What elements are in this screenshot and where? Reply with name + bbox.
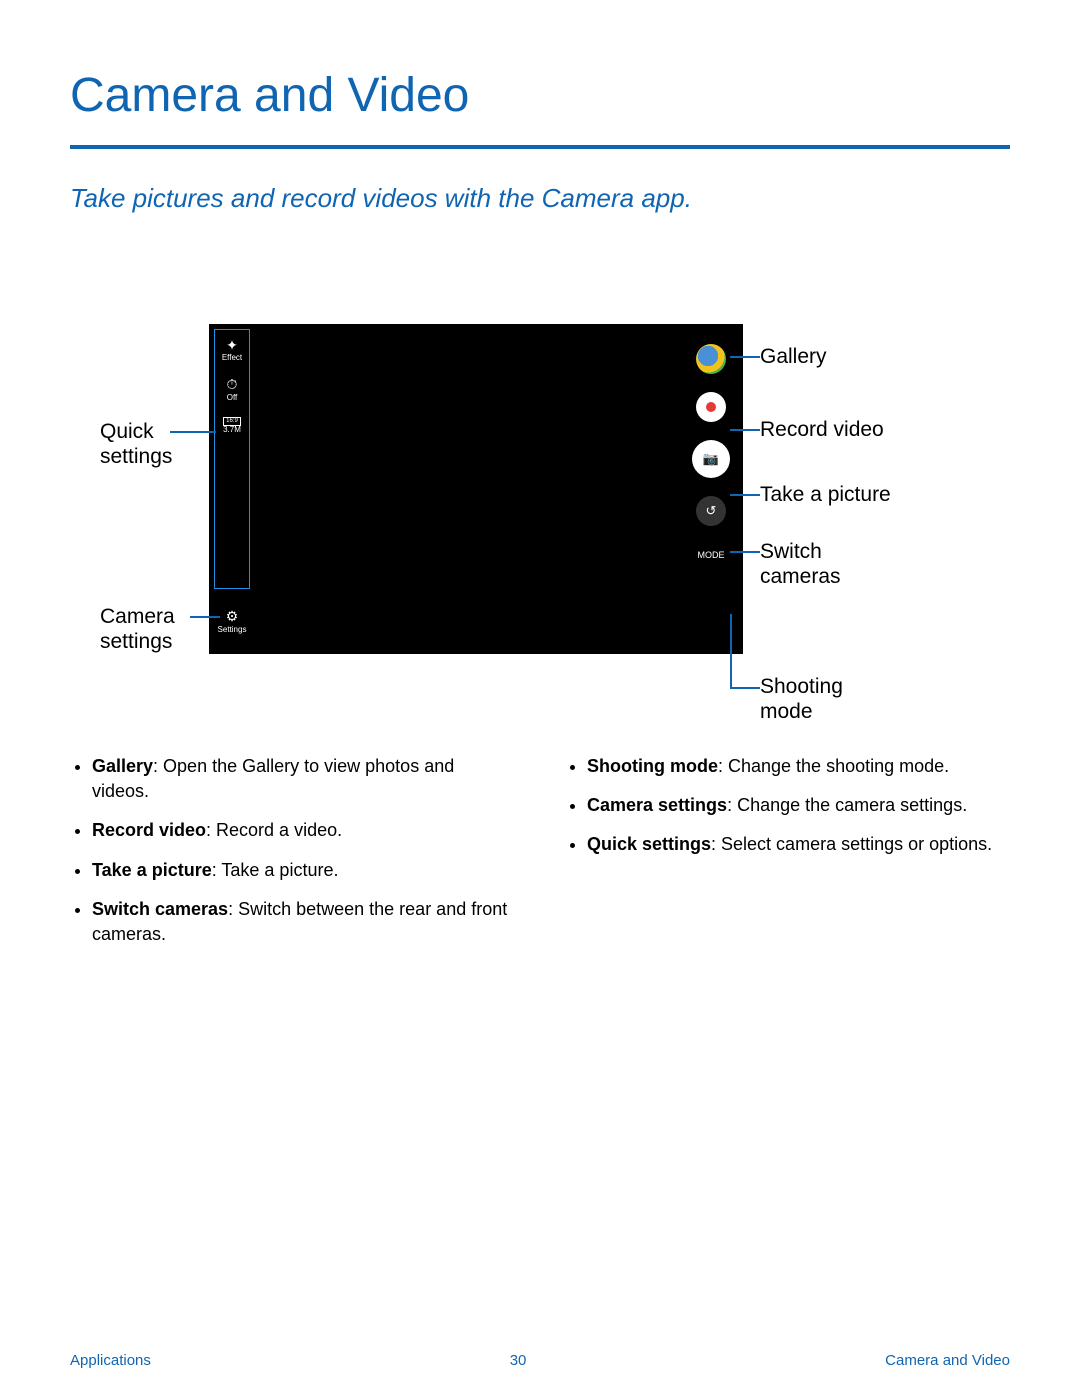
page-subtitle: Take pictures and record videos with the… [70,183,1010,214]
bullet-item: Quick settings: Select camera settings o… [587,832,1010,857]
switch-camera-icon: ↺ [706,503,717,519]
callout-camera-settings: Camera settings [100,604,210,654]
rule [730,429,760,431]
sparkle-icon: ✦ [222,338,242,353]
title-rule [70,145,1010,149]
rule [730,551,760,553]
callout-record-video: Record video [760,417,884,442]
rule [170,431,216,433]
bullet-term: Switch cameras [92,899,228,919]
camera-settings-button[interactable]: ⚙ Settings [217,608,247,634]
bullet-term: Quick settings [587,834,711,854]
quick-settings-panel: ✦ Effect ⏱ Off 16:9 3.7M [214,329,250,589]
callout-take-picture: Take a picture [760,482,891,507]
mode-button[interactable]: MODE [698,550,725,560]
camera-icon: 📷 [703,451,719,467]
camera-screenshot: ✦ Effect ⏱ Off 16:9 3.7M ⚙ Settings [209,324,743,654]
page-title: Camera and Video [70,68,1010,123]
rule [730,356,760,358]
callout-quick-settings: Quick settings [100,419,200,469]
bullet-item: Gallery: Open the Gallery to view photos… [92,754,515,804]
bullet-item: Record video: Record a video. [92,818,515,843]
settings-label: Settings [218,625,247,634]
shutter-button[interactable]: 📷 [692,440,730,478]
bullet-item: Shooting mode: Change the shooting mode. [587,754,1010,779]
bullet-desc: : Select camera settings or options. [711,834,992,854]
bullet-term: Gallery [92,756,153,776]
timer-label: Off [227,393,238,402]
callout-shooting-mode: Shooting mode [760,674,880,724]
bullet-term: Shooting mode [587,756,718,776]
bullet-item: Take a picture: Take a picture. [92,858,515,883]
timer-button[interactable]: ⏱ Off [227,377,238,402]
bullet-term: Record video [92,820,206,840]
rule [730,687,760,689]
bullet-term: Take a picture [92,860,212,880]
callout-switch-cameras: Switch cameras [760,539,880,589]
footer: Applications 30 Camera and Video [0,1352,1080,1369]
timer-icon: ⏱ [227,377,238,392]
right-column: Shooting mode: Change the shooting mode.… [565,754,1010,961]
description-columns: Gallery: Open the Gallery to view photos… [70,754,1010,961]
gallery-button[interactable] [696,344,726,374]
camera-right-controls: 📷 ↺ MODE [689,344,733,560]
bullet-item: Camera settings: Change the camera setti… [587,793,1010,818]
left-column: Gallery: Open the Gallery to view photos… [70,754,515,961]
footer-left: Applications [70,1352,151,1369]
bullet-desc: : Change the camera settings. [727,795,967,815]
record-button[interactable] [696,392,726,422]
rule [730,494,760,496]
bullet-item: Switch cameras: Switch between the rear … [92,897,515,947]
switch-camera-button[interactable]: ↺ [696,496,726,526]
callout-gallery: Gallery [760,344,827,369]
effect-button[interactable]: ✦ Effect [222,338,242,363]
bullet-desc: : Record a video. [206,820,342,840]
size-label: 3.7M [223,425,241,434]
page-number: 30 [510,1352,527,1369]
figure: ✦ Effect ⏱ Off 16:9 3.7M ⚙ Settings [70,324,1010,744]
effect-label: Effect [222,353,242,362]
aspect-button[interactable]: 16:9 3.7M [223,416,241,434]
gear-icon: ⚙ [217,608,247,625]
bullet-term: Camera settings [587,795,727,815]
bullet-desc: : Change the shooting mode. [718,756,949,776]
bullet-desc: : Take a picture. [212,860,339,880]
footer-right: Camera and Video [885,1352,1010,1369]
rule [190,616,220,618]
rule [730,614,732,689]
